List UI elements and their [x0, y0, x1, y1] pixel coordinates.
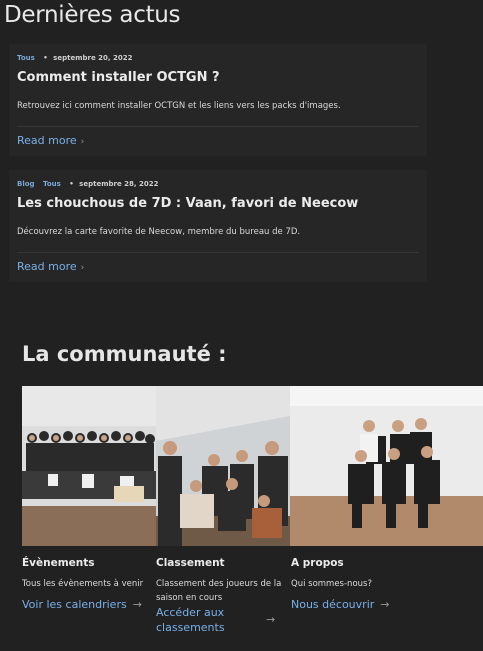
arrow-right-icon: →	[380, 598, 390, 611]
about-heading: A propos	[291, 557, 344, 569]
post-date: septembre 28, 2022	[79, 180, 159, 188]
news-card: Tous • septembre 20, 2022 Comment instal…	[9, 44, 427, 156]
news-card: Blog Tous • septembre 28, 2022 Les chouc…	[9, 170, 427, 282]
events-description: Tous les évènements à venir	[22, 579, 144, 589]
read-more-label: Read more	[17, 260, 77, 273]
category-tag-tous[interactable]: Tous	[43, 180, 61, 188]
events-heading: Évènements	[22, 557, 95, 569]
arrow-right-icon: →	[132, 598, 142, 611]
rankings-link[interactable]: Accéder aux classements →	[156, 605, 284, 635]
category-tag-blog[interactable]: Blog	[17, 180, 35, 188]
read-more-label: Read more	[17, 134, 77, 147]
ranking-column: Classement Classement des joueurs de la …	[156, 557, 284, 635]
discover-link[interactable]: Nous découvrir →	[291, 597, 481, 612]
chevron-right-icon: ›	[80, 137, 85, 147]
about-photo	[290, 386, 483, 546]
post-excerpt: Retrouvez ici comment installer OCTGN et…	[17, 101, 341, 111]
discover-link-label: Nous découvrir	[291, 598, 375, 611]
calendars-link-label: Voir les calendriers	[22, 598, 127, 611]
post-meta: Tous • septembre 20, 2022	[17, 54, 133, 62]
read-more-link[interactable]: Read more ›	[17, 134, 84, 147]
post-meta: Blog Tous • septembre 28, 2022	[17, 180, 159, 188]
divider	[17, 252, 419, 253]
post-date: septembre 20, 2022	[53, 54, 133, 62]
events-column: Évènements Tous les évènements à venir V…	[22, 557, 156, 612]
about-description: Qui sommes-nous?	[291, 579, 372, 589]
rankings-link-label: Accéder aux classements	[156, 606, 225, 634]
divider	[17, 126, 419, 127]
post-title[interactable]: Comment installer OCTGN ?	[17, 70, 220, 85]
post-excerpt: Découvrez la carte favorite de Neecow, m…	[17, 227, 301, 237]
news-section-title: Dernières actus	[4, 2, 181, 28]
read-more-link[interactable]: Read more ›	[17, 260, 84, 273]
chevron-right-icon: ›	[80, 263, 85, 273]
category-tag-tous[interactable]: Tous	[17, 54, 35, 62]
ranking-description: Classement des joueurs de la saison en c…	[156, 579, 282, 603]
community-section-title: La communauté :	[22, 342, 227, 366]
events-photo	[22, 386, 156, 546]
calendars-link[interactable]: Voir les calendriers →	[22, 597, 156, 612]
ranking-heading: Classement	[156, 557, 225, 569]
ranking-photo	[156, 386, 290, 546]
about-column: A propos Qui sommes-nous? Nous découvrir…	[291, 557, 481, 612]
post-title[interactable]: Les chouchous de 7D : Vaan, favori de Ne…	[17, 196, 358, 211]
arrow-right-icon: →	[266, 613, 276, 626]
